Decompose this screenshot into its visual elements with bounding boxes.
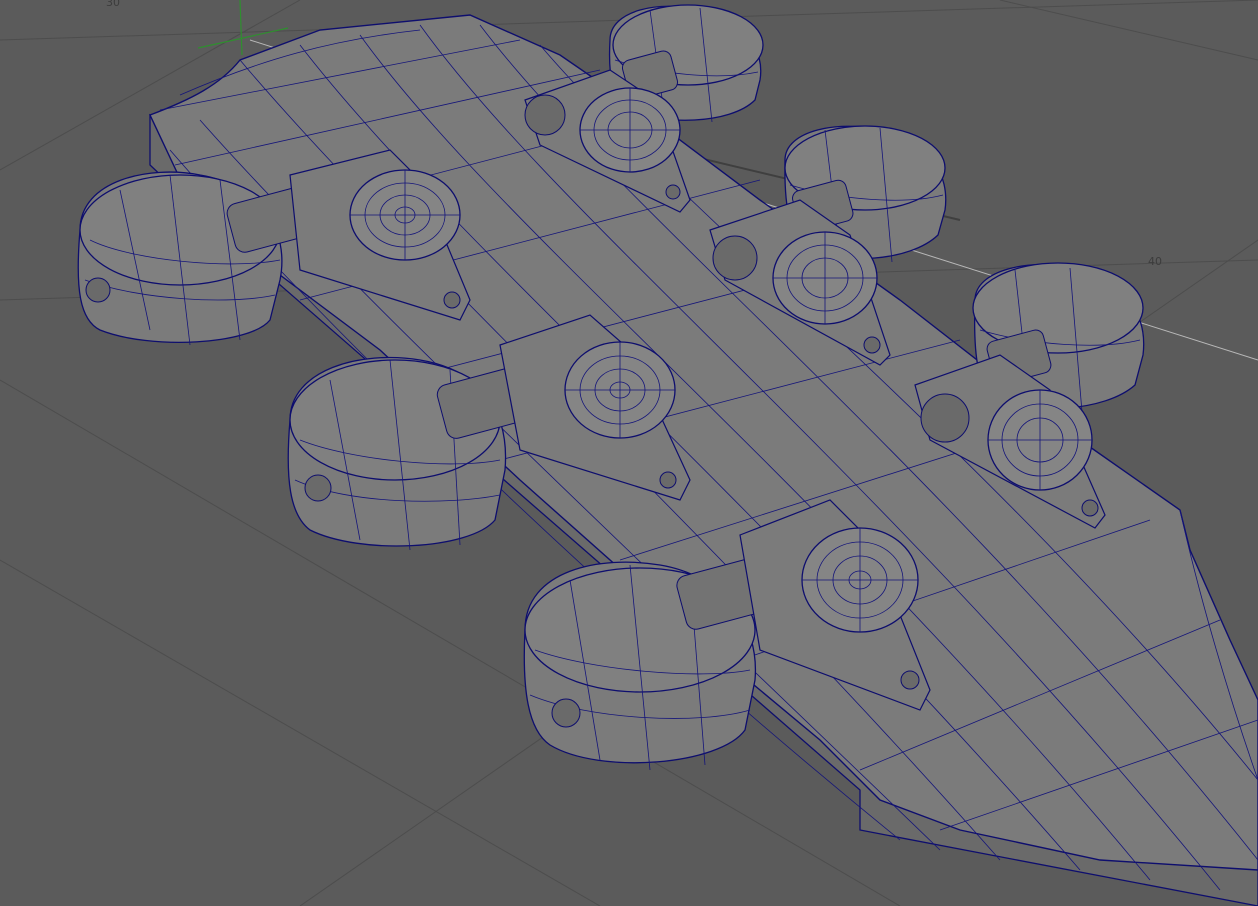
axis-x (197, 27, 289, 49)
3d-viewport[interactable]: 40 30 (0, 0, 1258, 906)
viewport-canvas[interactable]: 40 30 (0, 0, 1258, 906)
axis-z (239, 0, 243, 56)
grid-label-x: 40 (1148, 255, 1162, 268)
grid-label-corner: 30 (106, 0, 120, 9)
